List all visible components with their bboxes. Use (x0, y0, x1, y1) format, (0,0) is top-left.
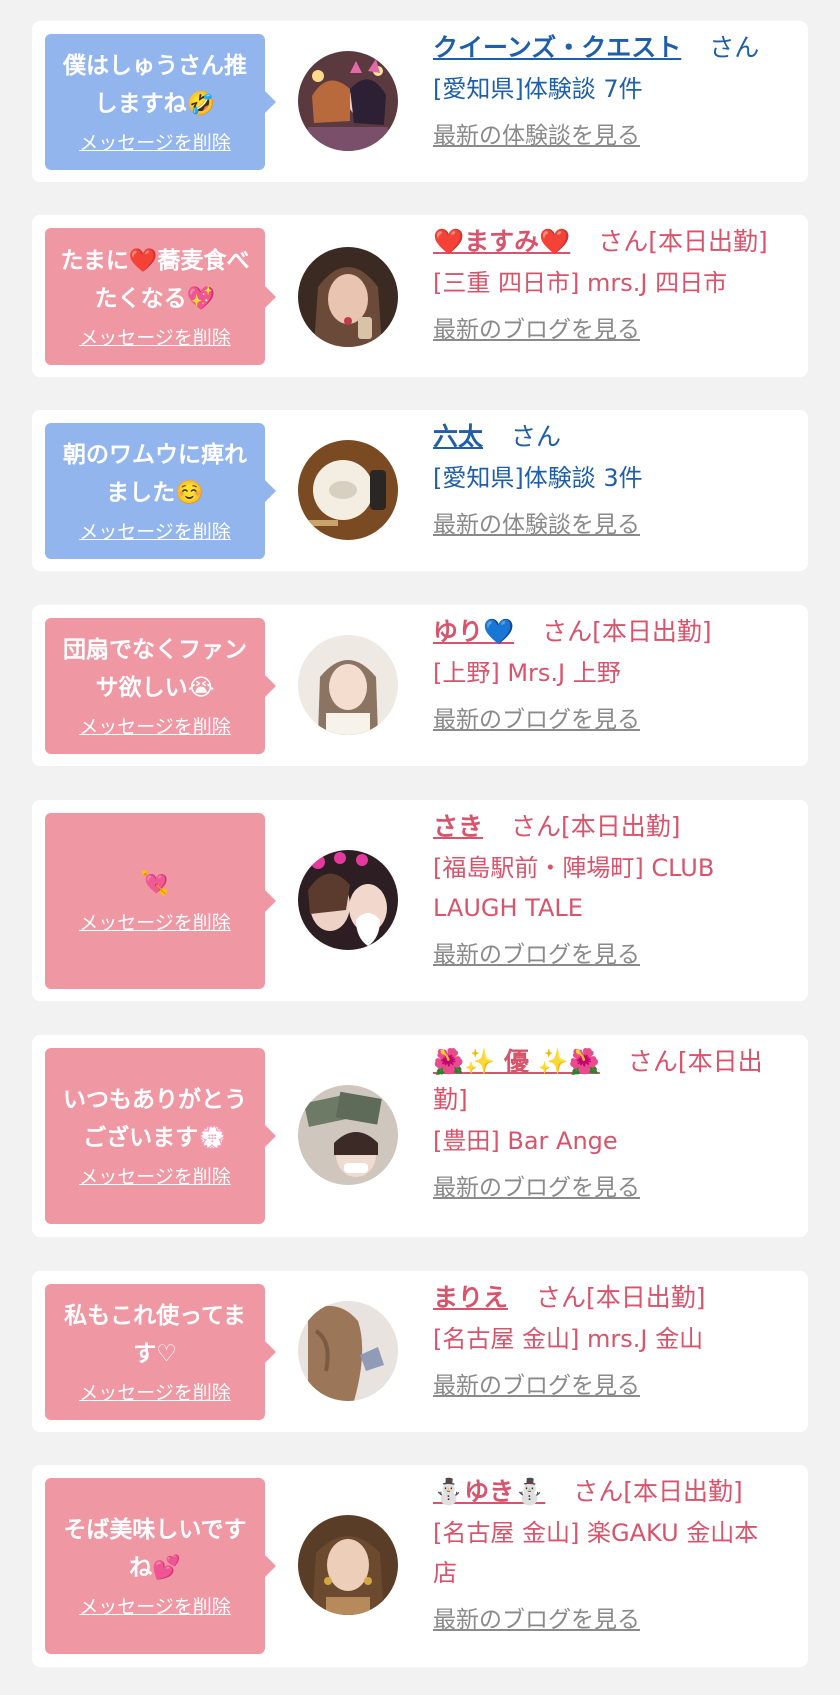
poster-detail: [豊田] Bar Ange (433, 1127, 618, 1155)
message-text: たまに❤️蕎麦食べたくなる💖 (60, 247, 250, 312)
name-suffix: さん[本日出勤] (573, 1477, 743, 1506)
latest-post-link[interactable]: 最新の体験談を見る (433, 508, 640, 542)
poster-name-link[interactable]: まりえ (433, 1283, 508, 1312)
list-item: 私もこれ使ってます♡ メッセージを削除 まりえ さん[本日出勤] [名古屋 金山… (32, 1271, 808, 1432)
poster-detail: [愛知県]体験談 7件 (433, 75, 643, 103)
poster-name-link[interactable]: ⛄ゆき⛄ (433, 1477, 545, 1506)
card-info: ゆり💙 さん[本日出勤] [上野] Mrs.J 上野 最新のブログを見る (433, 613, 782, 737)
message-text: いつもありがとうございます💮 (63, 1087, 247, 1151)
name-suffix: さん[本日出勤] (598, 227, 768, 256)
latest-post-link[interactable]: 最新のブログを見る (433, 703, 640, 737)
name-suffix: さん (510, 422, 561, 451)
poster-name-link[interactable]: ゆり💙 (433, 617, 514, 646)
list-item: いつもありがとうございます💮 メッセージを削除 🌺✨ 優 ✨🌺 さん[本日出勤]… (32, 1035, 808, 1237)
name-suffix: さん (709, 33, 760, 62)
latest-post-link[interactable]: 最新のブログを見る (433, 1171, 640, 1205)
card-info: ⛄ゆき⛄ さん[本日出勤] [名古屋 金山] 楽GAKU 金山本店 最新のブログ… (433, 1473, 782, 1637)
message-bubble: 団扇でなくファンサ欲しい😭 メッセージを削除 (45, 618, 276, 754)
message-bubble: 💘 メッセージを削除 (45, 813, 276, 989)
card-info: 六太 さん [愛知県]体験談 3件 最新の体験談を見る (433, 418, 782, 542)
avatar[interactable] (298, 247, 398, 347)
message-text: そば美味しいですね💕 (63, 1517, 247, 1581)
poster-detail: [名古屋 金山] 楽GAKU 金山本店 (433, 1519, 759, 1587)
poster-detail: [福島駅前・陣場町] CLUB LAUGH TALE (433, 854, 715, 922)
list-item: たまに❤️蕎麦食べたくなる💖 メッセージを削除 ❤️ますみ❤️ さん[本日出勤]… (32, 215, 808, 377)
poster-name-link[interactable]: 🌺✨ 優 ✨🌺 (433, 1047, 600, 1076)
avatar[interactable] (298, 635, 398, 735)
poster-detail: [愛知県]体験談 3件 (433, 464, 643, 492)
card-info: さき さん[本日出勤] [福島駅前・陣場町] CLUB LAUGH TALE 最… (433, 808, 782, 972)
delete-message-link[interactable]: メッセージを削除 (79, 129, 231, 157)
latest-post-link[interactable]: 最新のブログを見る (433, 1369, 640, 1403)
avatar[interactable] (298, 51, 398, 151)
poster-name-link[interactable]: 六太 (433, 422, 483, 451)
avatar[interactable] (298, 1301, 398, 1401)
avatar[interactable] (298, 1515, 398, 1615)
delete-message-link[interactable]: メッセージを削除 (79, 1379, 231, 1407)
message-bubble: たまに❤️蕎麦食べたくなる💖 メッセージを削除 (45, 228, 276, 365)
message-text: 朝のワムウに痺れました☺️ (63, 442, 247, 506)
delete-message-link[interactable]: メッセージを削除 (79, 324, 231, 352)
list-item: 僕はしゅうさん推しますね🤣 メッセージを削除 クイーンズ・クエスト さん [愛知… (32, 21, 808, 182)
latest-post-link[interactable]: 最新の体験談を見る (433, 119, 640, 153)
avatar[interactable] (298, 1085, 398, 1185)
delete-message-link[interactable]: メッセージを削除 (79, 1593, 231, 1621)
delete-message-link[interactable]: メッセージを削除 (79, 518, 231, 546)
message-bubble: 朝のワムウに痺れました☺️ メッセージを削除 (45, 423, 276, 559)
latest-post-link[interactable]: 最新のブログを見る (433, 938, 640, 972)
delete-message-link[interactable]: メッセージを削除 (79, 909, 231, 937)
name-suffix: さん[本日出勤] (535, 1283, 706, 1312)
name-suffix: さん[本日出勤] (510, 812, 681, 841)
name-suffix: さん[本日出勤] (542, 617, 712, 646)
card-info: ❤️ますみ❤️ さん[本日出勤] [三重 四日市] mrs.J 四日市 最新のブ… (433, 223, 782, 347)
message-text: 僕はしゅうさん推しますね🤣 (63, 53, 247, 117)
avatar[interactable] (298, 850, 398, 950)
message-text: 💘 (140, 871, 170, 897)
message-text: 団扇でなくファンサ欲しい😭 (63, 637, 247, 701)
delete-message-link[interactable]: メッセージを削除 (79, 1163, 231, 1191)
poster-name-link[interactable]: クイーンズ・クエスト (433, 33, 681, 62)
avatar[interactable] (298, 440, 398, 540)
message-bubble: 私もこれ使ってます♡ メッセージを削除 (45, 1284, 276, 1420)
poster-name-link[interactable]: ❤️ますみ❤️ (433, 227, 570, 256)
message-bubble: そば美味しいですね💕 メッセージを削除 (45, 1478, 276, 1654)
message-bubble: いつもありがとうございます💮 メッセージを削除 (45, 1048, 276, 1224)
poster-detail: [名古屋 金山] mrs.J 金山 (433, 1325, 704, 1353)
card-info: クイーンズ・クエスト さん [愛知県]体験談 7件 最新の体験談を見る (433, 29, 782, 153)
latest-post-link[interactable]: 最新のブログを見る (433, 1603, 640, 1637)
message-bubble: 僕はしゅうさん推しますね🤣 メッセージを削除 (45, 34, 276, 170)
poster-detail: [三重 四日市] mrs.J 四日市 (433, 269, 728, 297)
message-list: 僕はしゅうさん推しますね🤣 メッセージを削除 クイーンズ・クエスト さん [愛知… (0, 0, 840, 1695)
list-item: 団扇でなくファンサ欲しい😭 メッセージを削除 ゆり💙 さん[本日出勤] [上野]… (32, 605, 808, 766)
card-info: 🌺✨ 優 ✨🌺 さん[本日出勤] [豊田] Bar Ange 最新のブログを見る (433, 1043, 782, 1205)
poster-detail: [上野] Mrs.J 上野 (433, 659, 621, 687)
card-info: まりえ さん[本日出勤] [名古屋 金山] mrs.J 金山 最新のブログを見る (433, 1279, 782, 1403)
list-item: 朝のワムウに痺れました☺️ メッセージを削除 六太 さん [愛知県]体験談 3件… (32, 410, 808, 571)
list-item: そば美味しいですね💕 メッセージを削除 ⛄ゆき⛄ さん[本日出勤] [名古屋 金… (32, 1465, 808, 1667)
latest-post-link[interactable]: 最新のブログを見る (433, 313, 640, 347)
delete-message-link[interactable]: メッセージを削除 (79, 713, 231, 741)
poster-name-link[interactable]: さき (433, 812, 483, 841)
list-item: 💘 メッセージを削除 さき さん[本日出勤] [福島駅前・陣場町] CLUB L… (32, 800, 808, 1001)
message-text: 私もこれ使ってます♡ (64, 1303, 246, 1367)
